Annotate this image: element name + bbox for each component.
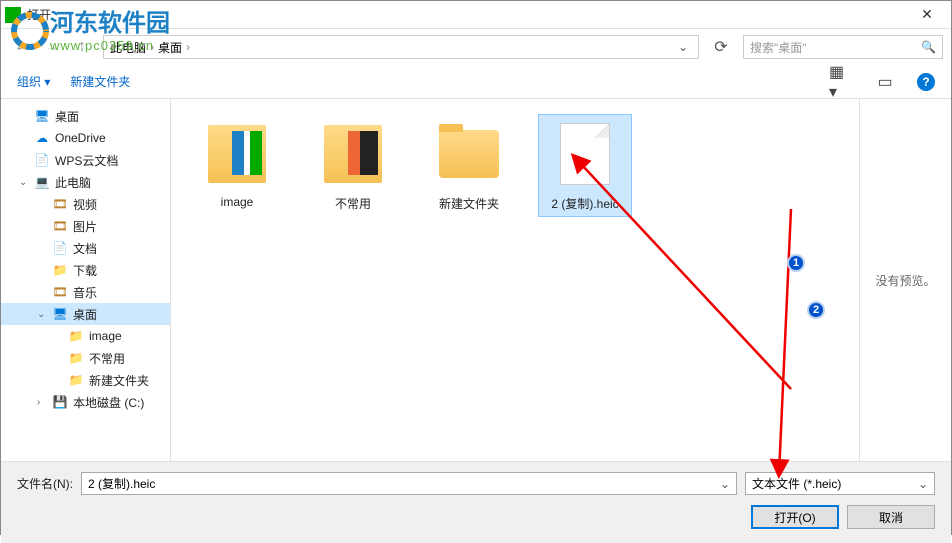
- main-area: 🖥桌面☁OneDrive📄WPS云文档⌄💻此电脑🎞视频🎞图片📄文档📁下载🎞音乐⌄…: [1, 99, 951, 461]
- sidebar-item-桌面[interactable]: 🖥桌面: [1, 105, 170, 127]
- chevron-right-icon: ›: [150, 40, 154, 54]
- annotation-arrow: [761, 199, 821, 479]
- new-folder-button[interactable]: 新建文件夹: [70, 73, 130, 90]
- sidebar-item-文档[interactable]: 📄文档: [1, 237, 170, 259]
- titlebar: 打开 ✕: [1, 1, 951, 29]
- breadcrumb-item[interactable]: 桌面: [158, 39, 182, 56]
- open-button[interactable]: 打开(O): [751, 505, 839, 529]
- nav-bar: ← → ↑ 此电脑 › 桌面 › ⌄ ⟳ 搜索"桌面" 🔍: [1, 29, 951, 65]
- preview-pane: 没有预览。: [859, 99, 951, 461]
- sidebar-item-image[interactable]: 📁image: [1, 325, 170, 347]
- search-placeholder: 搜索"桌面": [750, 39, 807, 56]
- filetype-select[interactable]: 文本文件 (*.heic) ⌄: [745, 472, 935, 495]
- file-item[interactable]: 不常用: [307, 115, 399, 216]
- chevron-right-icon: ›: [186, 40, 190, 54]
- breadcrumb-item[interactable]: 此电脑: [110, 39, 146, 56]
- nav-up-button[interactable]: ↑: [69, 34, 95, 60]
- nav-back-button[interactable]: ←: [9, 34, 35, 60]
- sidebar-item-此电脑[interactable]: ⌄💻此电脑: [1, 171, 170, 193]
- sidebar-item-桌面[interactable]: ⌄🖥桌面: [1, 303, 170, 325]
- file-item[interactable]: image: [191, 115, 283, 216]
- sidebar-item-音乐[interactable]: 🎞音乐: [1, 281, 170, 303]
- file-item[interactable]: 2 (复制).heic: [539, 115, 631, 216]
- breadcrumb[interactable]: 此电脑 › 桌面 › ⌄: [103, 35, 699, 59]
- sidebar[interactable]: 🖥桌面☁OneDrive📄WPS云文档⌄💻此电脑🎞视频🎞图片📄文档📁下载🎞音乐⌄…: [1, 99, 171, 461]
- sidebar-item-视频[interactable]: 🎞视频: [1, 193, 170, 215]
- file-item[interactable]: 新建文件夹: [423, 115, 515, 216]
- view-mode-button[interactable]: ▦ ▾: [829, 70, 853, 94]
- breadcrumb-dropdown[interactable]: ⌄: [674, 36, 692, 58]
- refresh-button[interactable]: ⟳: [709, 35, 733, 59]
- nav-forward-button: →: [39, 34, 65, 60]
- filename-label: 文件名(N):: [17, 475, 73, 492]
- file-grid[interactable]: image 不常用新建文件夹 2 (复制).heic 1 2: [171, 99, 859, 461]
- preview-text: 没有预览。: [875, 272, 935, 289]
- preview-pane-button[interactable]: ▭: [873, 70, 897, 94]
- search-icon[interactable]: 🔍: [921, 40, 936, 54]
- organize-menu[interactable]: 组织 ▾: [17, 73, 50, 90]
- content-area: image 不常用新建文件夹 2 (复制).heic 1 2 没有预览。: [171, 99, 951, 461]
- window-title: 打开: [27, 6, 907, 23]
- chevron-down-icon[interactable]: ⌄: [918, 477, 928, 491]
- toolbar: 组织 ▾ 新建文件夹 ▦ ▾ ▭ ?: [1, 65, 951, 99]
- search-input[interactable]: 搜索"桌面" 🔍: [743, 35, 943, 59]
- bottom-bar: 文件名(N): 2 (复制).heic ⌄ 文本文件 (*.heic) ⌄ 打开…: [1, 461, 951, 543]
- sidebar-item-OneDrive[interactable]: ☁OneDrive: [1, 127, 170, 149]
- sidebar-item-图片[interactable]: 🎞图片: [1, 215, 170, 237]
- sidebar-item-本地磁盘 (C:)[interactable]: ›💾本地磁盘 (C:): [1, 391, 170, 413]
- sidebar-item-新建文件夹[interactable]: 📁新建文件夹: [1, 369, 170, 391]
- filename-input[interactable]: 2 (复制).heic ⌄: [81, 472, 737, 495]
- close-button[interactable]: ✕: [907, 1, 947, 28]
- help-icon[interactable]: ?: [917, 73, 935, 91]
- sidebar-item-不常用[interactable]: 📁不常用: [1, 347, 170, 369]
- annotation-badge: 1: [787, 254, 805, 272]
- cancel-button[interactable]: 取消: [847, 505, 935, 529]
- sidebar-item-下载[interactable]: 📁下载: [1, 259, 170, 281]
- chevron-down-icon[interactable]: ⌄: [720, 477, 730, 491]
- app-icon: [5, 7, 21, 23]
- annotation-badge: 2: [807, 301, 825, 319]
- sidebar-item-WPS云文档[interactable]: 📄WPS云文档: [1, 149, 170, 171]
